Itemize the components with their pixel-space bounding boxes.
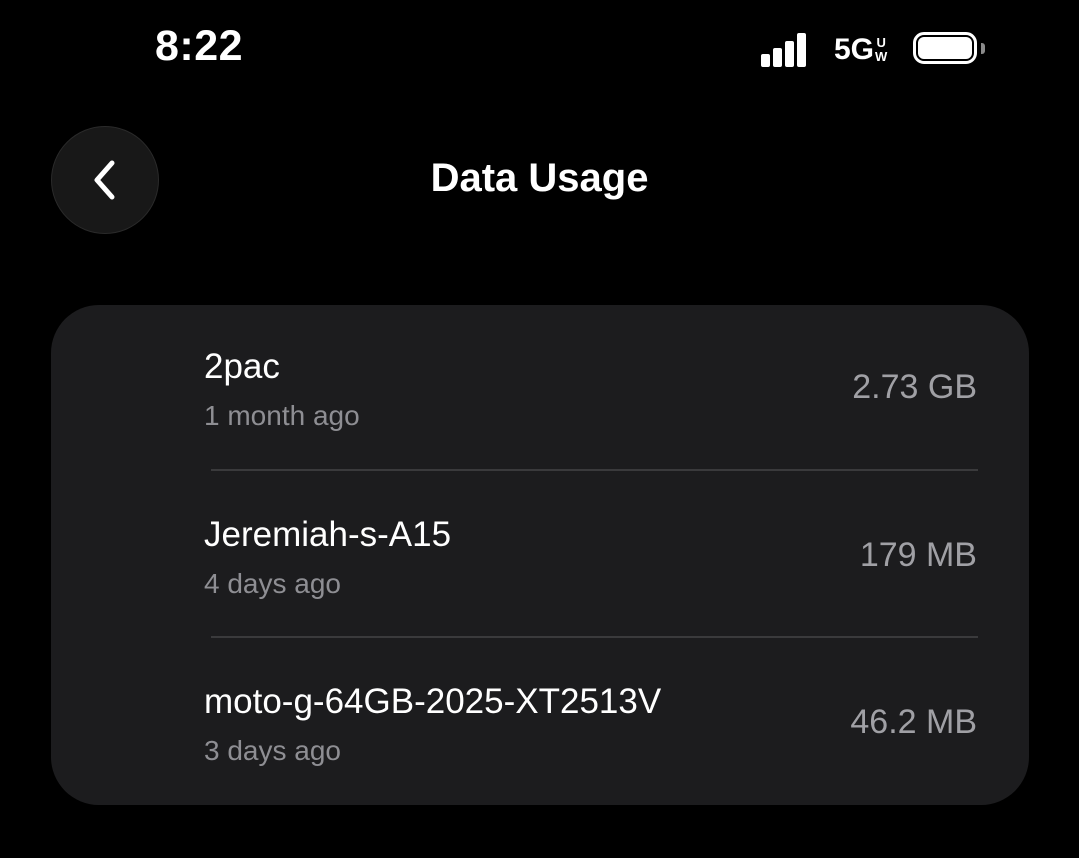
device-name: moto-g-64GB-2025-XT2513V [204,682,662,721]
data-usage-list: 2pac 1 month ago 2.73 GB Jeremiah-s-A15 … [51,305,1029,805]
device-row-2pac[interactable]: 2pac 1 month ago 2.73 GB [51,305,1029,471]
device-row-jeremiah-s-a15[interactable]: Jeremiah-s-A15 4 days ago 179 MB [51,472,1029,638]
device-last-seen: 4 days ago [204,568,341,599]
network-suffix-top: U [876,35,886,50]
network-suffix-bottom: W [875,49,888,64]
device-last-seen: 3 days ago [204,735,341,766]
page-title: Data Usage [430,156,649,200]
device-last-seen: 1 month ago [204,400,360,431]
device-usage: 46.2 MB [850,703,977,741]
device-name: Jeremiah-s-A15 [204,515,452,554]
device-usage: 2.73 GB [852,368,977,406]
status-bar: 8:22 5G U W [0,0,1079,100]
cellular-signal-icon [761,33,806,67]
device-name: 2pac [204,347,280,386]
network-type: 5G [834,33,875,66]
row-divider [211,469,978,471]
network-suffix: U W [875,36,887,64]
device-row-moto-g[interactable]: moto-g-64GB-2025-XT2513V 3 days ago 46.2… [51,639,1029,805]
battery-icon [913,32,985,68]
row-divider [211,636,978,638]
device-usage: 179 MB [859,536,977,574]
network-indicator: 5G U W [834,32,887,68]
status-time: 8:22 [155,22,244,70]
